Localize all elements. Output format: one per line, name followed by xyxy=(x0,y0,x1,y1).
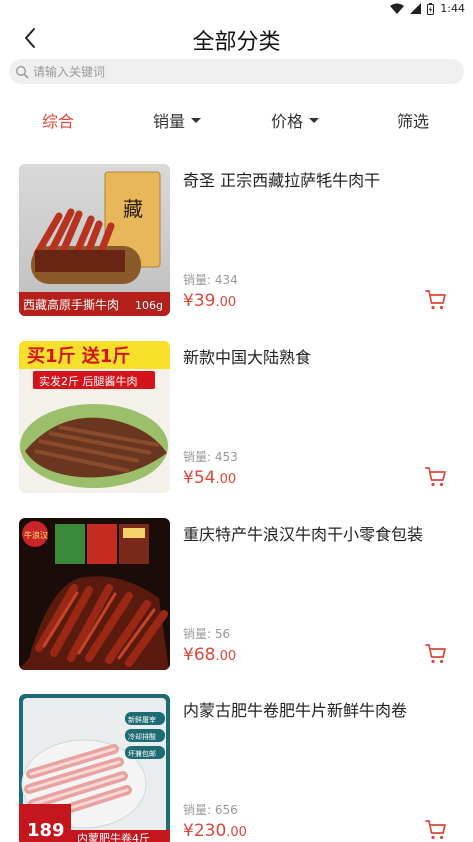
search-icon xyxy=(15,65,29,78)
product-image[interactable]: 新鲜屠宰 冷却排酸 坏兼包邮 189 内蒙肥牛卷4斤 xyxy=(19,694,170,842)
caret-down-icon xyxy=(309,117,320,123)
add-to-cart-icon[interactable] xyxy=(424,818,448,842)
thumb-brand: 牛浪汉 xyxy=(24,530,48,540)
product-image[interactable]: 牛浪汉 xyxy=(19,518,170,670)
thumb-caption: 西藏高原手撕牛肉 xyxy=(23,297,119,312)
product-card[interactable]: 牛浪汉 重庆特产牛浪汉牛肉干小零食包装 销量: 56 ¥68.00 xyxy=(0,518,473,670)
svg-text:藏: 藏 xyxy=(123,197,143,221)
caret-down-icon xyxy=(191,117,202,123)
sort-sales-tab[interactable]: 销量 xyxy=(153,104,202,136)
add-to-cart-icon[interactable] xyxy=(424,288,448,312)
sort-bar: 综合 销量 价格 筛选 xyxy=(0,104,473,136)
product-name[interactable]: 奇圣 正宗西藏拉萨牦牛肉干 xyxy=(183,170,463,192)
product-image[interactable]: 藏 西藏高原手撕牛肉 106g xyxy=(19,164,170,316)
product-card[interactable]: 买1斤 送1斤 实发2斤 后腿酱牛肉 新款中国大陆熟食 销量: 453 ¥54.… xyxy=(0,341,473,493)
chevron-left-icon xyxy=(25,28,35,48)
thumb-tag: 坏兼包邮 xyxy=(128,749,156,758)
product-sales: 销量: 453 xyxy=(183,450,238,464)
product-price: ¥68.00 xyxy=(183,645,237,665)
product-image[interactable]: 买1斤 送1斤 实发2斤 后腿酱牛肉 xyxy=(19,341,170,493)
product-card[interactable]: 新鲜屠宰 冷却排酸 坏兼包邮 189 内蒙肥牛卷4斤 内蒙古肥牛卷肥牛片新鲜牛肉… xyxy=(0,694,473,842)
product-name[interactable]: 新款中国大陆熟食 xyxy=(183,347,463,369)
thumb-price: 189 xyxy=(27,820,65,841)
filter-tab[interactable]: 筛选 xyxy=(397,104,429,136)
product-sales: 销量: 56 xyxy=(183,627,231,641)
back-button[interactable] xyxy=(16,24,44,52)
thumb-footer: 内蒙肥牛卷4斤 xyxy=(77,831,150,842)
product-price: ¥230.00 xyxy=(183,821,247,841)
search-bar[interactable] xyxy=(9,59,464,84)
battery-icon xyxy=(427,2,435,15)
product-sales: 销量: 656 xyxy=(183,803,238,817)
sort-comprehensive-label: 综合 xyxy=(42,112,75,131)
filter-label: 筛选 xyxy=(397,112,430,131)
thumb-subtitle: 实发2斤 后腿酱牛肉 xyxy=(39,374,138,388)
sort-price-label: 价格 xyxy=(271,112,304,131)
sort-price-tab[interactable]: 价格 xyxy=(271,104,320,136)
sort-sales-label: 销量 xyxy=(153,112,186,131)
search-input[interactable] xyxy=(33,64,453,79)
signal-icon xyxy=(410,3,422,14)
add-to-cart-icon[interactable] xyxy=(424,642,448,666)
header: 全部分类 xyxy=(0,20,473,58)
product-name[interactable]: 重庆特产牛浪汉牛肉干小零食包装 xyxy=(183,524,463,546)
sort-comprehensive-tab[interactable]: 综合 xyxy=(42,104,74,136)
wifi-icon xyxy=(390,3,405,14)
thumb-tag: 冷却排酸 xyxy=(128,732,156,741)
product-card[interactable]: 藏 西藏高原手撕牛肉 106g 奇圣 正宗西藏拉萨牦牛肉干 销量: 434 ¥3… xyxy=(0,164,473,316)
product-name[interactable]: 内蒙古肥牛卷肥牛片新鲜牛肉卷 xyxy=(183,700,463,722)
clock-time: 1:44 xyxy=(440,2,465,15)
product-sales: 销量: 434 xyxy=(183,273,238,287)
thumb-banner: 买1斤 送1斤 xyxy=(27,345,130,367)
product-price: ¥39.00 xyxy=(183,291,237,311)
add-to-cart-icon[interactable] xyxy=(424,465,448,489)
product-price: ¥54.00 xyxy=(183,468,237,488)
status-bar: 1:44 xyxy=(0,0,473,20)
page-title: 全部分类 xyxy=(192,30,281,55)
thumb-tag: 新鲜屠宰 xyxy=(128,715,156,724)
thumb-weight: 106g xyxy=(135,299,163,312)
